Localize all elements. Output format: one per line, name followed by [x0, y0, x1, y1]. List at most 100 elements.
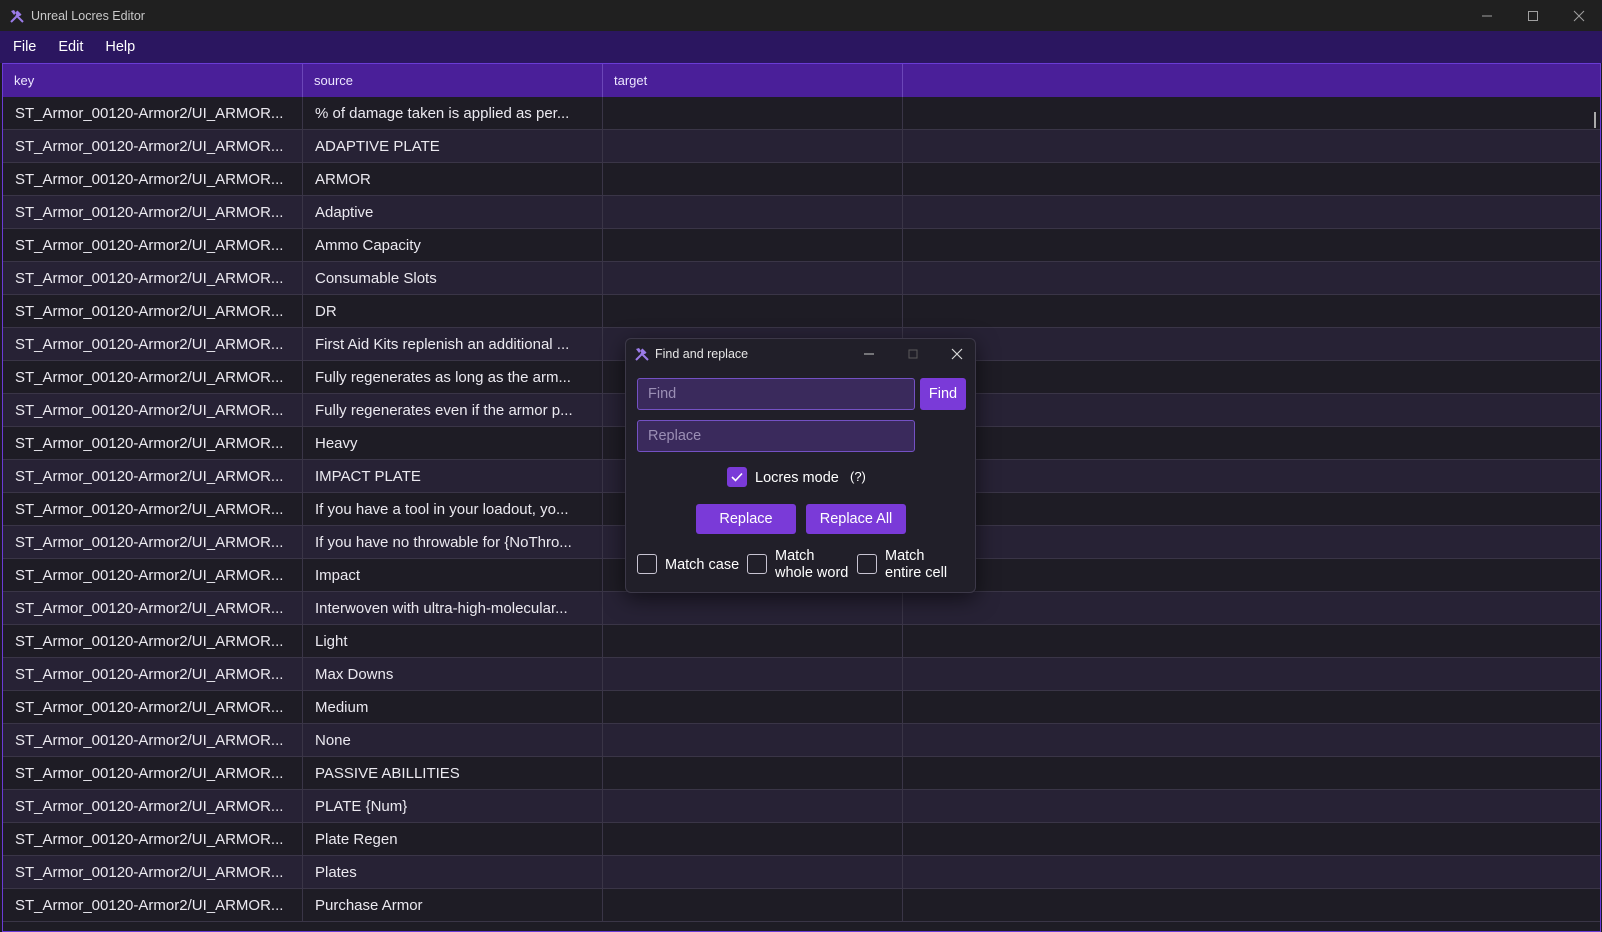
table-row[interactable]: ST_Armor_00120-Armor2/UI_ARMOR... Light	[3, 625, 1600, 658]
replace-button[interactable]: Replace	[696, 504, 796, 534]
cell-target[interactable]	[603, 691, 903, 723]
cell-target[interactable]	[603, 856, 903, 888]
cell-target[interactable]	[603, 757, 903, 789]
cell-source[interactable]: Fully regenerates as long as the arm...	[303, 361, 603, 393]
column-header-target[interactable]: target	[603, 64, 903, 97]
cell-target[interactable]	[603, 592, 903, 624]
table-row[interactable]: ST_Armor_00120-Armor2/UI_ARMOR...% of da…	[3, 97, 1600, 130]
menu-file[interactable]: File	[13, 39, 36, 55]
cell-source[interactable]: Interwoven with ultra-high-molecular...	[303, 592, 603, 624]
cell-key[interactable]: ST_Armor_00120-Armor2/UI_ARMOR...	[3, 691, 303, 723]
cell-target[interactable]	[603, 163, 903, 195]
cell-key[interactable]: ST_Armor_00120-Armor2/UI_ARMOR...	[3, 229, 303, 261]
cell-target[interactable]	[603, 262, 903, 294]
cell-source[interactable]: None	[303, 724, 603, 756]
table-row[interactable]: ST_Armor_00120-Armor2/UI_ARMOR... Medium	[3, 691, 1600, 724]
cell-key[interactable]: ST_Armor_00120-Armor2/UI_ARMOR...	[3, 493, 303, 525]
locres-mode-checkbox[interactable]	[727, 467, 747, 487]
table-row[interactable]: ST_Armor_00120-Armor2/UI_ARMOR... DR	[3, 295, 1600, 328]
match-whole-word-checkbox[interactable]	[747, 554, 767, 574]
cell-key[interactable]: ST_Armor_00120-Armor2/UI_ARMOR...	[3, 163, 303, 195]
cell-key[interactable]: ST_Armor_00120-Armor2/UI_ARMOR...	[3, 823, 303, 855]
cell-source[interactable]: Impact	[303, 559, 603, 591]
cell-target[interactable]	[603, 724, 903, 756]
cell-source[interactable]: Plates	[303, 856, 603, 888]
cell-source[interactable]: PASSIVE ABILLITIES	[303, 757, 603, 789]
table-row[interactable]: ST_Armor_00120-Armor2/UI_ARMOR... Plates	[3, 856, 1600, 889]
cell-key[interactable]: ST_Armor_00120-Armor2/UI_ARMOR...	[3, 856, 303, 888]
cell-target[interactable]	[603, 97, 903, 129]
minimize-button[interactable]	[1464, 0, 1510, 31]
cell-source[interactable]: If you have no throwable for {NoThro...	[303, 526, 603, 558]
table-row[interactable]: ST_Armor_00120-Armor2/UI_ARMOR... Plate R…	[3, 823, 1600, 856]
cell-target[interactable]	[603, 625, 903, 657]
cell-key[interactable]: ST_Armor_00120-Armor2/UI_ARMOR...	[3, 427, 303, 459]
cell-key[interactable]: ST_Armor_00120-Armor2/UI_ARMOR...	[3, 757, 303, 789]
dialog-minimize-button[interactable]	[849, 339, 889, 369]
replace-input[interactable]	[637, 420, 915, 452]
table-row[interactable]: ST_Armor_00120-Armor2/UI_ARMOR... Adaptiv…	[3, 196, 1600, 229]
cell-source[interactable]: Max Downs	[303, 658, 603, 690]
cell-target[interactable]	[603, 790, 903, 822]
cell-key[interactable]: ST_Armor_00120-Armor2/UI_ARMOR...	[3, 196, 303, 228]
cell-source[interactable]: DR	[303, 295, 603, 327]
cell-key[interactable]: ST_Armor_00120-Armor2/UI_ARMOR...	[3, 97, 303, 129]
cell-target[interactable]	[603, 658, 903, 690]
find-button[interactable]: Find	[920, 378, 966, 410]
cell-key[interactable]: ST_Armor_00120-Armor2/UI_ARMOR...	[3, 262, 303, 294]
cell-source[interactable]: Medium	[303, 691, 603, 723]
maximize-button[interactable]	[1510, 0, 1556, 31]
cell-key[interactable]: ST_Armor_00120-Armor2/UI_ARMOR...	[3, 460, 303, 492]
cell-key[interactable]: ST_Armor_00120-Armor2/UI_ARMOR...	[3, 328, 303, 360]
table-row[interactable]: ST_Armor_00120-Armor2/UI_ARMOR... PASSIVE…	[3, 757, 1600, 790]
dialog-close-button[interactable]	[937, 339, 977, 369]
cell-source[interactable]: Adaptive	[303, 196, 603, 228]
cell-source[interactable]: PLATE {Num}	[303, 790, 603, 822]
cell-source[interactable]: Plate Regen	[303, 823, 603, 855]
table-row[interactable]: ST_Armor_00120-Armor2/UI_ARMOR... PLATE {…	[3, 790, 1600, 823]
cell-key[interactable]: ST_Armor_00120-Armor2/UI_ARMOR...	[3, 295, 303, 327]
table-row[interactable]: ST_Armor_00120-Armor2/UI_ARMOR... Purchas…	[3, 889, 1600, 922]
table-row[interactable]: ST_Armor_00120-Armor2/UI_ARMOR... ADAPTIV…	[3, 130, 1600, 163]
cell-source[interactable]: Purchase Armor	[303, 889, 603, 921]
table-row[interactable]: ST_Armor_00120-Armor2/UI_ARMOR... Consuma…	[3, 262, 1600, 295]
cell-source[interactable]: Consumable Slots	[303, 262, 603, 294]
cell-key[interactable]: ST_Armor_00120-Armor2/UI_ARMOR...	[3, 625, 303, 657]
menu-edit[interactable]: Edit	[58, 39, 83, 55]
cell-key[interactable]: ST_Armor_00120-Armor2/UI_ARMOR...	[3, 130, 303, 162]
table-row[interactable]: ST_Armor_00120-Armor2/UI_ARMOR... Ammo Ca…	[3, 229, 1600, 262]
cell-source[interactable]: Light	[303, 625, 603, 657]
cell-key[interactable]: ST_Armor_00120-Armor2/UI_ARMOR...	[3, 592, 303, 624]
replace-all-button[interactable]: Replace All	[806, 504, 906, 534]
cell-key[interactable]: ST_Armor_00120-Armor2/UI_ARMOR...	[3, 361, 303, 393]
table-row[interactable]: ST_Armor_00120-Armor2/UI_ARMOR... Interwo…	[3, 592, 1600, 625]
find-input[interactable]	[637, 378, 915, 410]
cell-source[interactable]: ADAPTIVE PLATE	[303, 130, 603, 162]
column-header-key[interactable]: key	[3, 64, 303, 97]
close-button[interactable]	[1556, 0, 1602, 31]
cell-target[interactable]	[603, 889, 903, 921]
cell-source[interactable]: Heavy	[303, 427, 603, 459]
cell-key[interactable]: ST_Armor_00120-Armor2/UI_ARMOR...	[3, 526, 303, 558]
cell-key[interactable]: ST_Armor_00120-Armor2/UI_ARMOR...	[3, 790, 303, 822]
cell-source[interactable]: % of damage taken is applied as per...	[303, 97, 603, 129]
cell-key[interactable]: ST_Armor_00120-Armor2/UI_ARMOR...	[3, 889, 303, 921]
menu-help[interactable]: Help	[105, 39, 135, 55]
table-row[interactable]: ST_Armor_00120-Armor2/UI_ARMOR... ARMOR	[3, 163, 1600, 196]
cell-source[interactable]: If you have a tool in your loadout, yo..…	[303, 493, 603, 525]
cell-source[interactable]: Fully regenerates even if the armor p...	[303, 394, 603, 426]
cell-key[interactable]: ST_Armor_00120-Armor2/UI_ARMOR...	[3, 394, 303, 426]
cell-target[interactable]	[603, 196, 903, 228]
match-entire-cell-checkbox[interactable]	[857, 554, 877, 574]
cell-target[interactable]	[603, 295, 903, 327]
cell-source[interactable]: Ammo Capacity	[303, 229, 603, 261]
cell-key[interactable]: ST_Armor_00120-Armor2/UI_ARMOR...	[3, 559, 303, 591]
cell-source[interactable]: IMPACT PLATE	[303, 460, 603, 492]
table-row[interactable]: ST_Armor_00120-Armor2/UI_ARMOR... None	[3, 724, 1600, 757]
cell-source[interactable]: ARMOR	[303, 163, 603, 195]
vertical-scrollbar[interactable]	[1594, 112, 1596, 128]
column-header-source[interactable]: source	[303, 64, 603, 97]
cell-target[interactable]	[603, 229, 903, 261]
table-row[interactable]: ST_Armor_00120-Armor2/UI_ARMOR... Max Dow…	[3, 658, 1600, 691]
cell-source[interactable]: First Aid Kits replenish an additional .…	[303, 328, 603, 360]
